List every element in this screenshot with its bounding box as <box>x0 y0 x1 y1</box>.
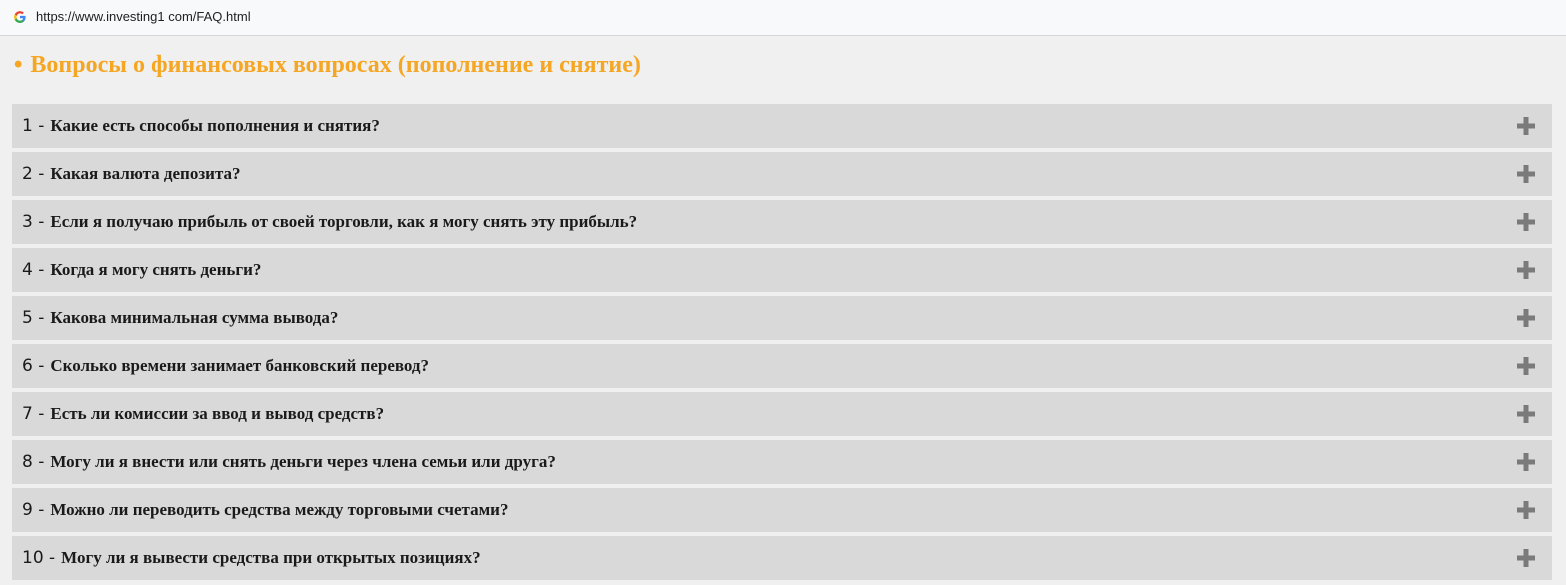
address-bar[interactable]: https://www.investing1 com/FAQ.html <box>0 0 1566 36</box>
faq-question: Какова минимальная сумма вывода? <box>50 308 339 327</box>
plus-icon[interactable] <box>1516 308 1536 328</box>
faq-number: 7 - <box>22 404 45 424</box>
faq-number: 3 - <box>22 212 45 232</box>
plus-icon[interactable] <box>1516 260 1536 280</box>
faq-item-text: 8 - Могу ли я внести или снять деньги чер… <box>22 440 556 484</box>
faq-item-text: 9 - Можно ли переводить средства между то… <box>22 488 508 532</box>
faq-item[interactable]: 8 - Могу ли я внести или снять деньги чер… <box>12 440 1552 484</box>
plus-icon[interactable] <box>1516 164 1536 184</box>
faq-item[interactable]: 9 - Можно ли переводить средства между то… <box>12 488 1552 532</box>
faq-item-text: 4 - Когда я могу снять деньги? <box>22 248 261 292</box>
faq-number: 9 - <box>22 500 45 520</box>
faq-item[interactable]: 3 - Если я получаю прибыль от своей торго… <box>12 200 1552 244</box>
faq-list: 1 - Какие есть способы пополнения и сняти… <box>12 104 1552 584</box>
faq-item-text: 7 - Есть ли комиссии за ввод и вывод сред… <box>22 392 384 436</box>
google-g-icon <box>14 11 26 23</box>
faq-number: 5 - <box>22 308 45 328</box>
faq-item-text: 1 - Какие есть способы пополнения и сняти… <box>22 104 380 148</box>
faq-item[interactable]: 1 - Какие есть способы пополнения и сняти… <box>12 104 1552 148</box>
faq-item-text: 10 - Могу ли я вывести средства при откры… <box>22 536 481 580</box>
faq-question: Какие есть способы пополнения и снятия? <box>50 116 380 135</box>
faq-item[interactable]: 4 - Когда я могу снять деньги? <box>12 248 1552 292</box>
plus-icon[interactable] <box>1516 116 1536 136</box>
faq-question: Могу ли я внести или снять деньги через … <box>50 452 556 471</box>
faq-question: Когда я могу снять деньги? <box>50 260 262 279</box>
faq-number: 6 - <box>22 356 45 376</box>
faq-question: Если я получаю прибыль от своей торговли… <box>50 212 638 231</box>
plus-icon[interactable] <box>1516 356 1536 376</box>
faq-number: 4 - <box>22 260 45 280</box>
faq-item[interactable]: 2 - Какая валюта депозита? <box>12 152 1552 196</box>
plus-icon[interactable] <box>1516 452 1536 472</box>
url-text[interactable]: https://www.investing1 com/FAQ.html <box>36 9 251 24</box>
faq-item-text: 6 - Сколько времени занимает банковский п… <box>22 344 429 388</box>
faq-item[interactable]: 7 - Есть ли комиссии за ввод и вывод сред… <box>12 392 1552 436</box>
faq-question: Есть ли комиссии за ввод и вывод средств… <box>50 404 385 423</box>
faq-question: Могу ли я вывести средства при открытых … <box>61 548 481 567</box>
faq-number: 10 - <box>22 548 56 568</box>
plus-icon[interactable] <box>1516 404 1536 424</box>
faq-question: Какая валюта депозита? <box>50 164 241 183</box>
faq-number: 1 - <box>22 116 45 136</box>
faq-item-text: 3 - Если я получаю прибыль от своей торго… <box>22 200 637 244</box>
plus-icon[interactable] <box>1516 548 1536 568</box>
section-title-text: Вопросы о финансовых вопросах (пополнени… <box>30 52 641 78</box>
section-title: • Вопросы о финансовых вопросах (пополнен… <box>14 50 641 80</box>
plus-icon[interactable] <box>1516 500 1536 520</box>
faq-item[interactable]: 10 - Могу ли я вывести средства при откры… <box>12 536 1552 580</box>
faq-number: 8 - <box>22 452 45 472</box>
title-bullet: • <box>14 51 23 78</box>
faq-item[interactable]: 6 - Сколько времени занимает банковский п… <box>12 344 1552 388</box>
faq-item[interactable]: 5 - Какова минимальная сумма вывода? <box>12 296 1552 340</box>
faq-question: Сколько времени занимает банковский пере… <box>50 356 430 375</box>
faq-item-text: 2 - Какая валюта депозита? <box>22 152 241 196</box>
faq-question: Можно ли переводить средства между торго… <box>50 500 509 519</box>
faq-number: 2 - <box>22 164 45 184</box>
plus-icon[interactable] <box>1516 212 1536 232</box>
faq-item-text: 5 - Какова минимальная сумма вывода? <box>22 296 338 340</box>
